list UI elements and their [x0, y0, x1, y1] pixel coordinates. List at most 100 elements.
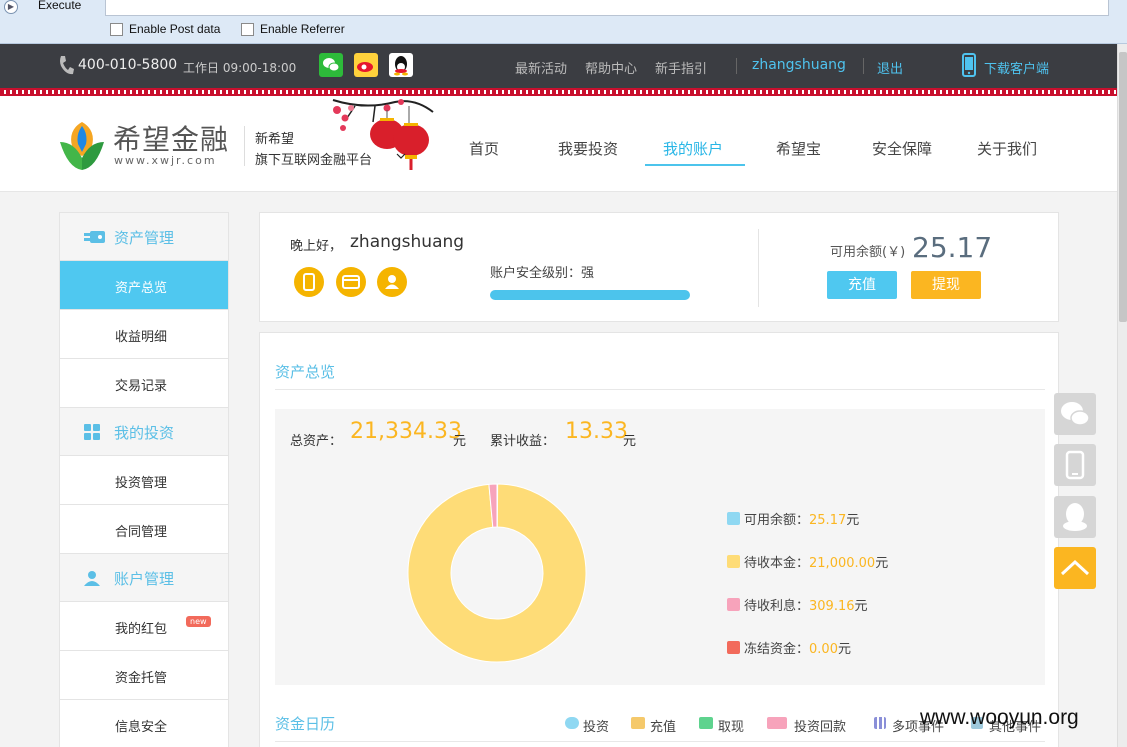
logo-divider	[244, 126, 245, 166]
legend-available: 可用余额：25.17元	[744, 513, 860, 528]
logout-link[interactable]: 退出	[877, 58, 903, 77]
sidebar-item-contract-management[interactable]: 合同管理	[60, 505, 228, 554]
scrollbar-thumb[interactable]	[1119, 52, 1127, 322]
top-divider	[736, 58, 737, 74]
decorative-border	[0, 88, 1117, 96]
top-link-latest-events[interactable]: 最新活动	[515, 58, 567, 77]
asset-donut-chart	[407, 483, 587, 663]
user-icon	[84, 571, 100, 586]
sidebar-item-info-security[interactable]: 信息安全	[60, 700, 228, 747]
balance-value: 25.17	[912, 231, 993, 264]
banknote-icon	[767, 717, 787, 729]
recharge-button[interactable]: 充值	[827, 271, 897, 299]
referrer-label: Enable Referrer	[260, 22, 345, 36]
overview-box: 总资产： 21,334.33 元 累计收益： 13.33 元 可用余额：25.1…	[275, 409, 1045, 685]
asset-overview-panel: 资产总览 总资产： 21,334.33 元 累计收益： 13.33 元 可用余额…	[259, 332, 1059, 747]
new-badge: new	[186, 616, 211, 627]
execute-icon[interactable]: ▶	[4, 0, 18, 14]
calendar-legend-recharge: 充值	[650, 720, 677, 735]
withdraw-button[interactable]: 提现	[911, 271, 981, 299]
total-assets-value: 21,334.33	[350, 419, 462, 444]
nav-my-account[interactable]: 我的账户	[663, 138, 723, 159]
nav-security[interactable]: 安全保障	[872, 138, 932, 159]
browser-toolbar: ▶ Execute Enable Post data Enable Referr…	[0, 0, 1127, 44]
sidebar-item-label: 资金托管	[115, 671, 168, 686]
top-link-help-center[interactable]: 帮助中心	[585, 58, 637, 77]
top-divider	[863, 58, 864, 74]
sidebar-item-fund-custody[interactable]: 资金托管	[60, 651, 228, 700]
float-mobile-button[interactable]	[1054, 444, 1096, 486]
earnings-value: 13.33	[565, 419, 628, 444]
sidebar-item-label: 我的红包	[115, 622, 168, 637]
coins-icon	[631, 717, 645, 729]
page-scrollbar[interactable]	[1117, 44, 1127, 747]
referrer-checkbox[interactable]	[241, 23, 254, 36]
identity-verify-icon[interactable]	[377, 267, 407, 297]
legend-swatch-available	[727, 512, 740, 525]
overview-title: 资产总览	[275, 363, 336, 381]
security-level-label: 账户安全级别：强	[490, 266, 595, 281]
slogan-line-1: 新希望	[255, 132, 295, 147]
sidebar-item-transactions[interactable]: 交易记录	[60, 359, 228, 408]
legend-interest: 待收利息：309.16元	[744, 599, 868, 614]
nav-active-indicator	[645, 164, 745, 166]
download-client-link[interactable]: 下载客户端	[984, 58, 1049, 77]
bank-card-icon[interactable]	[336, 267, 366, 297]
working-hours: 工作日 09:00-18:00	[183, 61, 297, 75]
weibo-icon[interactable]	[354, 53, 378, 77]
nav-about-us[interactable]: 关于我们	[977, 138, 1037, 159]
top-username-link[interactable]: zhangshuang	[752, 57, 846, 73]
nav-home[interactable]: 首页	[469, 138, 499, 159]
qq-icon[interactable]	[389, 53, 413, 77]
legend-frozen: 冻结资金：0.00元	[744, 642, 851, 657]
sidebar-group-label: 我的投资	[114, 424, 175, 442]
section-divider	[275, 389, 1045, 390]
post-data-label: Enable Post data	[129, 22, 221, 36]
legend-swatch-interest	[727, 598, 740, 611]
sidebar-item-asset-overview[interactable]: 资产总览	[60, 261, 228, 310]
sidebar-group-investments: 我的投资	[60, 408, 228, 456]
sidebar-group-account: 账户管理	[60, 554, 228, 602]
sidebar: 资产管理 资产总览 收益明细 交易记录 我的投资 投资管理 合同管理 账户管理 …	[59, 212, 229, 747]
mobile-verify-icon[interactable]	[294, 267, 324, 297]
security-level-bar	[490, 290, 690, 300]
account-username: zhangshuang	[350, 232, 465, 252]
float-qq-button[interactable]	[1054, 496, 1096, 538]
multi-events-icon	[874, 717, 886, 729]
sidebar-item-investment-management[interactable]: 投资管理	[60, 456, 228, 505]
legend-swatch-principal	[727, 555, 740, 568]
fund-calendar-title: 资金日历	[275, 715, 336, 733]
nav-invest[interactable]: 我要投资	[558, 138, 618, 159]
piggy-bank-icon	[565, 717, 579, 729]
sidebar-item-label: 合同管理	[115, 525, 168, 540]
legend-swatch-frozen	[727, 641, 740, 654]
back-to-top-button[interactable]	[1054, 547, 1096, 589]
post-data-checkbox[interactable]	[110, 23, 123, 36]
top-link-beginner-guide[interactable]: 新手指引	[655, 58, 707, 77]
site-header: 希望金融 www.xwjr.com 新希望 旗下互联网金融平台 首页 我要投资 …	[0, 96, 1117, 192]
calendar-legend-withdraw: 取现	[718, 720, 745, 735]
site-logo-icon[interactable]	[58, 120, 106, 172]
earnings-label: 累计收益：	[490, 434, 556, 449]
calendar-legend-repayment: 投资回款	[794, 720, 847, 735]
grid-icon	[84, 424, 100, 440]
total-assets-label: 总资产：	[290, 434, 343, 449]
float-wechat-button[interactable]	[1054, 393, 1096, 435]
balance-label: 可用余额(￥)	[830, 245, 906, 260]
total-assets-unit: 元	[453, 434, 467, 449]
hotline-number: 400-010-5800	[78, 57, 178, 73]
briefcase-icon	[699, 717, 713, 729]
mobile-phone-icon	[962, 53, 976, 77]
wechat-icon	[1061, 402, 1090, 426]
brand-name[interactable]: 希望金融	[113, 118, 229, 158]
sidebar-item-red-packets[interactable]: 我的红包 new	[60, 602, 228, 651]
execute-button[interactable]: Execute	[38, 0, 81, 12]
sidebar-item-earnings-detail[interactable]: 收益明细	[60, 310, 228, 359]
wechat-icon[interactable]	[319, 53, 343, 77]
phone-icon	[60, 56, 74, 75]
legend-principal: 待收本金：21,000.00元	[744, 556, 889, 571]
nav-xiwangbao[interactable]: 希望宝	[776, 138, 821, 159]
lantern-decoration-icon	[332, 99, 434, 170]
mobile-phone-icon	[1065, 450, 1085, 480]
url-input[interactable]	[105, 0, 1109, 16]
